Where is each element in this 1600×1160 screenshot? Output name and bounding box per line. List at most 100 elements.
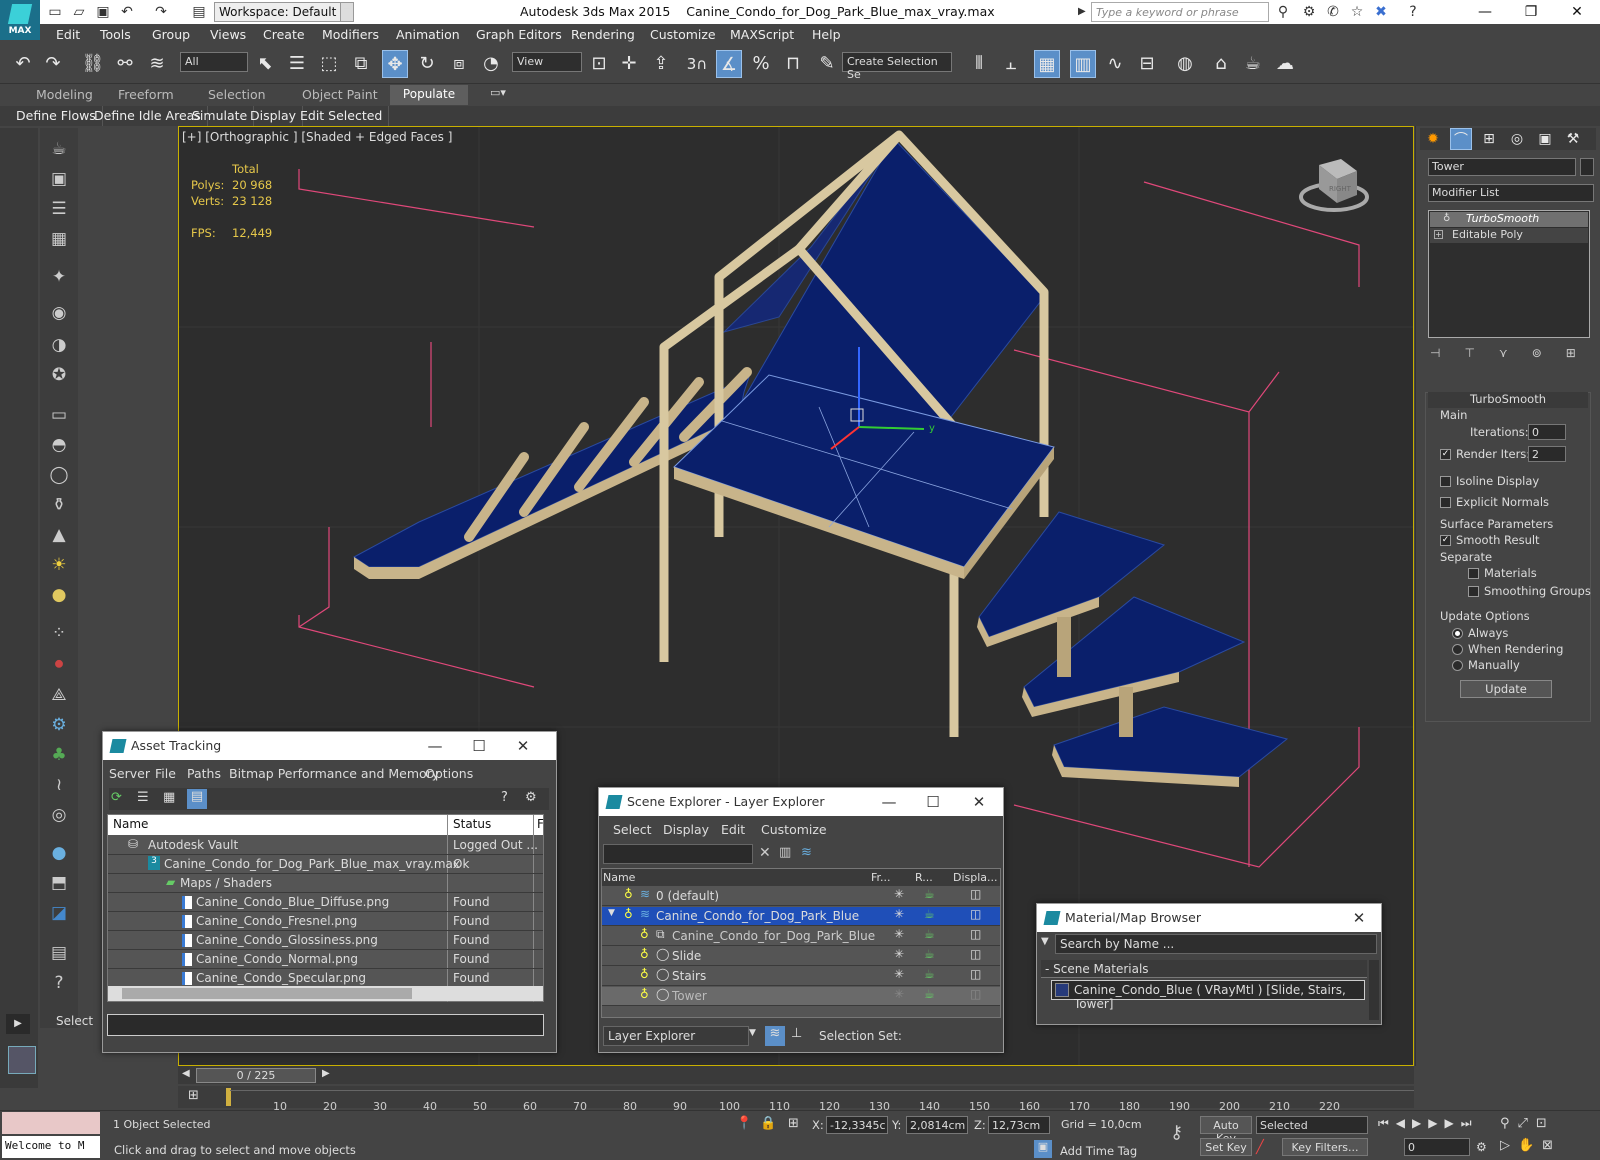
chevron-down-icon[interactable]: ▼ (608, 908, 615, 918)
when-rendering-radio[interactable] (1452, 644, 1463, 655)
percent-snap-icon[interactable]: % (748, 50, 774, 78)
object-color-swatch[interactable] (1580, 158, 1594, 176)
table-row[interactable]: Canine_Condo_Glossiness.png Found (108, 931, 543, 950)
exchange-icon[interactable]: ✖ (1370, 2, 1392, 22)
globe-icon[interactable]: ● (46, 840, 72, 866)
mini-curve-icon[interactable]: ⊞ (188, 1088, 199, 1103)
sphere-light-icon[interactable]: ◯ (46, 462, 72, 488)
table-row[interactable]: ▰ Maps / Shaders (108, 874, 543, 893)
named-selection-dropdown[interactable]: Create Selection Se (842, 52, 952, 81)
hair-icon[interactable]: ≀ (46, 772, 72, 798)
edit-selected-button[interactable]: Edit Selected (294, 106, 390, 126)
thumbnail-icon[interactable]: ▦ (163, 790, 175, 805)
smooth-result-checkbox[interactable]: ✓ (1440, 535, 1451, 546)
iterations-spinner[interactable]: 0 (1528, 424, 1566, 440)
freeze-icon[interactable]: ✳ (894, 927, 904, 941)
render-iters-checkbox[interactable]: ✓ (1440, 449, 1451, 460)
teapot-icon[interactable]: ☕ (924, 987, 935, 1001)
stack-item-turbosmooth[interactable]: TurboSmooth (1430, 212, 1588, 227)
help-icon[interactable]: ? (46, 970, 72, 996)
dome-icon[interactable]: ◓ (46, 432, 72, 458)
list-item[interactable]: ♁ ⧉ Canine_Condo_for_Dog_Park_Blue ✳ ☕ ◫ (602, 927, 1000, 946)
list-item[interactable]: ♁ ≋ 0 (default) ✳ ☕ ◫ (602, 887, 1000, 906)
minimize-button[interactable]: — (867, 788, 911, 816)
tab-modeling[interactable]: Modeling (36, 87, 93, 102)
freeze-icon[interactable]: ✳ (894, 907, 904, 921)
lock-icon[interactable]: 🔒 (760, 1116, 776, 1131)
angle-snap-icon[interactable]: ∡ (716, 50, 742, 78)
bake-icon[interactable]: ⬒ (46, 870, 72, 896)
pin-icon[interactable]: 📍 (736, 1116, 752, 1131)
viewport-nav-controls-2[interactable]: ▷✋⊠ (1500, 1138, 1561, 1153)
layer-tool-icon[interactable]: ▥ (779, 845, 791, 860)
select-object-icon[interactable]: ⬉ (252, 50, 278, 78)
teapot-icon[interactable]: ☕ (924, 887, 935, 901)
particles-icon[interactable]: ⚫ (46, 652, 72, 678)
new-icon[interactable]: ▭ (46, 3, 64, 21)
unlink-icon[interactable]: ⚯ (112, 50, 138, 78)
time-slider-thumb[interactable]: 0 / 225 (196, 1068, 316, 1083)
project-icon[interactable]: ▤ (190, 3, 208, 21)
table-row[interactable]: 3 Canine_Condo_for_Dog_Park_Blue_max_vray… (108, 855, 543, 874)
menu-tools[interactable]: Tools (100, 27, 131, 42)
menu-help[interactable]: Help (812, 27, 841, 42)
key-pen-icon[interactable]: ╱ (1256, 1140, 1278, 1158)
helper-icon[interactable]: ◑ (46, 332, 72, 358)
spinner-snap-icon[interactable]: ⊓ (780, 50, 806, 78)
modify-tab-icon[interactable]: ⌒ (1450, 128, 1472, 150)
col-display[interactable]: Displa... (953, 871, 998, 884)
update-button[interactable]: Update (1460, 680, 1552, 698)
open-icon[interactable]: ▱ (70, 3, 88, 21)
col-name[interactable]: Name (603, 871, 635, 884)
help-icon[interactable]: ? (501, 790, 508, 805)
pivot-center-icon[interactable]: ⊡ (586, 50, 612, 78)
menu-customize[interactable]: Customize (650, 27, 716, 42)
mirror-icon[interactable]: ⫴ (966, 50, 992, 78)
materials-checkbox[interactable] (1468, 568, 1479, 579)
bind-spacewarp-icon[interactable]: ≋ (144, 50, 170, 78)
material-browser-title[interactable]: Material/Map Browser (1037, 904, 1381, 932)
sun-icon[interactable]: ☀ (46, 552, 72, 578)
col-extra[interactable]: F (537, 817, 544, 831)
help-icon[interactable]: ? (1402, 2, 1424, 22)
z-coordinate[interactable]: 12,73cm (988, 1116, 1050, 1134)
teapot-icon[interactable]: ☕ (924, 947, 935, 961)
ribbon-options-icon[interactable]: ▭▾ (490, 86, 518, 104)
camera-icon[interactable]: ◉ (46, 300, 72, 326)
box-icon[interactable]: ◫ (970, 947, 981, 961)
playback-controls[interactable]: ⏮◀▶▶▶⏭ (1378, 1116, 1479, 1131)
expand-arrow-icon[interactable]: ▶ (6, 1014, 30, 1034)
menu-select[interactable]: Select (613, 822, 652, 837)
close-button[interactable]: ✕ (957, 788, 1001, 816)
always-radio[interactable] (1452, 628, 1463, 639)
manually-radio[interactable] (1452, 660, 1463, 671)
explorer-mode-dropdown[interactable]: Layer Explorer (603, 1026, 749, 1046)
explicit-normals-checkbox[interactable] (1440, 497, 1451, 508)
utilities-tab-icon[interactable]: ⚒ (1562, 128, 1584, 150)
next-frame-icon[interactable]: ▶ (322, 1068, 330, 1079)
scatter-icon[interactable]: ⁘ (46, 620, 72, 646)
gear-icon[interactable]: ⚙ (46, 712, 72, 738)
curve-editor-icon[interactable]: ∿ (1102, 50, 1128, 78)
schematic-view-icon[interactable]: ⊟ (1134, 50, 1160, 78)
vertical-scrollbar[interactable] (1369, 960, 1379, 1020)
list-item[interactable]: ♁ ◯ Tower ✳ ☕ ◫ (602, 987, 1000, 1006)
x-coordinate[interactable]: -12,3345c (826, 1116, 888, 1134)
motion-tab-icon[interactable]: ◎ (1506, 128, 1528, 150)
search-expand-icon[interactable]: ▶ (1078, 3, 1090, 21)
bulb-icon[interactable]: ♁ (1443, 213, 1450, 224)
rotate-icon[interactable]: ↻ (414, 50, 440, 78)
freeze-icon[interactable]: ✳ (894, 947, 904, 961)
transform-mode-icon[interactable]: ⊞ (788, 1116, 799, 1131)
close-button[interactable]: ✕ (501, 732, 545, 760)
chevron-down-icon[interactable]: ▼ (1041, 936, 1049, 947)
smoothing-groups-checkbox[interactable] (1468, 586, 1479, 597)
subscription-icon[interactable]: ⚙ (1298, 2, 1320, 22)
freeze-icon[interactable]: ✳ (894, 887, 904, 901)
material-ball-icon[interactable]: ● (46, 582, 72, 608)
menu-maxscript[interactable]: MAXScript (730, 27, 794, 42)
rollout-title[interactable]: TurboSmooth (1428, 392, 1588, 408)
welcome-field[interactable]: Welcome to M (2, 1136, 100, 1158)
scale-icon[interactable]: ⧈ (446, 50, 472, 78)
keyword-search-input[interactable]: Type a keyword or phrase (1091, 2, 1269, 22)
